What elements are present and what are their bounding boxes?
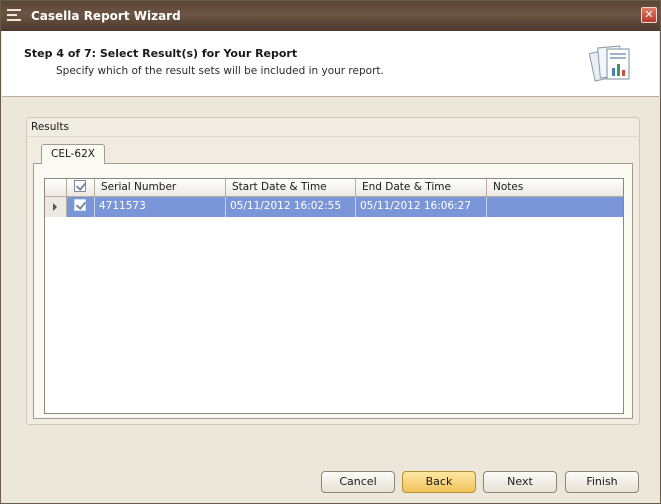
row-checkbox[interactable] [74,199,86,211]
cell-serial-number[interactable]: 4711573 [95,197,226,217]
cell-start-date[interactable]: 05/11/2012 16:02:55 [226,197,356,217]
column-header-serial-number[interactable]: Serial Number [95,179,226,197]
select-all-checkbox[interactable] [74,180,86,192]
results-group: Results Serial Number Start Date & Time … [26,117,640,425]
column-header-start-date[interactable]: Start Date & Time [226,179,356,197]
system-menu-icon[interactable] [7,9,21,22]
cancel-button[interactable]: Cancel [321,471,395,493]
row-select-cell[interactable] [67,197,95,217]
header-row-indicator [45,179,67,197]
table-row[interactable]: 4711573 05/11/2012 16:02:55 05/11/2012 1… [45,197,623,217]
title-bar[interactable]: Casella Report Wizard ✕ [1,1,660,31]
close-button[interactable]: ✕ [641,7,657,23]
current-row-arrow-icon [53,203,57,211]
back-button[interactable]: Back [402,471,476,493]
column-header-end-date[interactable]: End Date & Time [356,179,487,197]
report-documents-icon [589,45,630,82]
step-title: Step 4 of 7: Select Result(s) for Your R… [24,47,298,60]
row-indicator[interactable] [45,197,67,217]
window-title: Casella Report Wizard [31,9,181,23]
wizard-header: Step 4 of 7: Select Result(s) for Your R… [2,31,659,97]
header-select-all[interactable] [67,179,95,197]
column-header-notes[interactable]: Notes [487,179,623,197]
tab-panel: Serial Number Start Date & Time End Date… [33,163,633,419]
group-divider [27,136,639,137]
next-button[interactable]: Next [483,471,557,493]
cell-notes[interactable] [487,197,623,217]
tab-cel-62x[interactable]: CEL-62X [41,144,105,164]
grid-header: Serial Number Start Date & Time End Date… [45,179,623,197]
wizard-window: Casella Report Wizard ✕ Step 4 of 7: Sel… [0,0,661,504]
results-group-label: Results [31,121,69,133]
finish-button[interactable]: Finish [565,471,639,493]
step-description: Specify which of the result sets will be… [56,65,384,77]
results-grid[interactable]: Serial Number Start Date & Time End Date… [44,178,624,414]
cell-end-date[interactable]: 05/11/2012 16:06:27 [356,197,487,217]
